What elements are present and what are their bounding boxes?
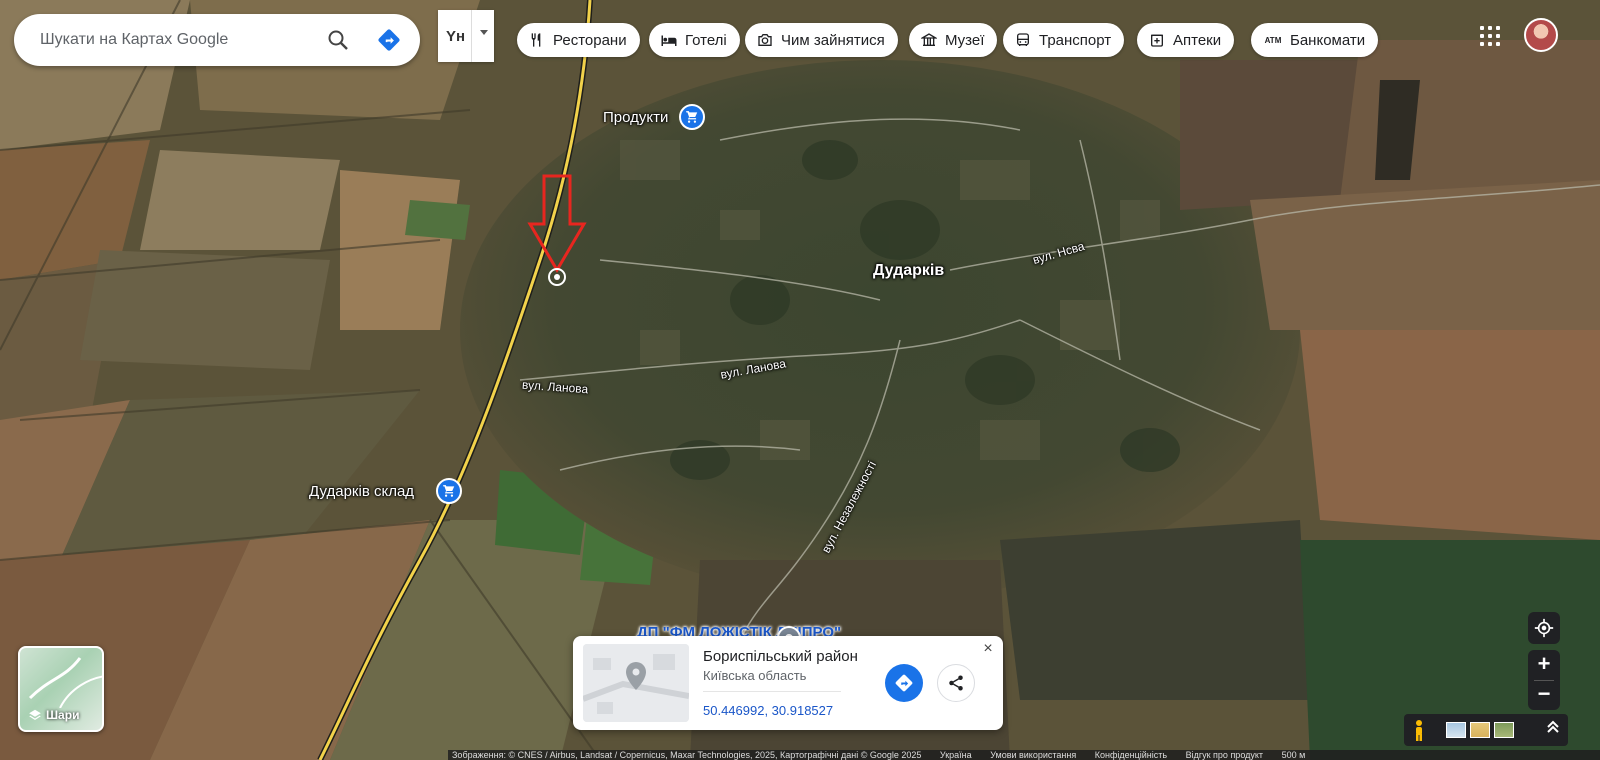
chevron-down-icon[interactable] — [480, 30, 488, 35]
terrain-view-thumbnail[interactable] — [1470, 722, 1490, 738]
zoom-in-button[interactable]: + — [1528, 650, 1560, 680]
layers-map-preview — [28, 657, 102, 708]
chip-label: Банкомати — [1290, 31, 1366, 49]
chip-label: Транспорт — [1039, 31, 1112, 49]
chip-things-to-do[interactable]: Чим зайнятися — [745, 23, 898, 57]
zoom-controls[interactable]: + − — [1528, 650, 1560, 710]
apps-grid-icon[interactable] — [1478, 24, 1502, 48]
poi-label-produkty[interactable]: Продукти — [603, 109, 668, 126]
avatar[interactable] — [1524, 18, 1558, 52]
chip-label: Ресторани — [553, 31, 627, 49]
my-location-button[interactable] — [1528, 612, 1560, 644]
atm-icon: ATM — [1264, 35, 1282, 45]
share-icon — [949, 675, 963, 691]
shopping-cart-icon[interactable] — [679, 104, 705, 130]
location-target-icon — [1534, 618, 1554, 638]
pegman-icon[interactable] — [1412, 719, 1426, 741]
directions-button[interactable] — [885, 664, 923, 702]
fork-knife-icon — [528, 31, 546, 49]
place-title: Бориспільський район — [703, 648, 858, 665]
chip-label: Музеї — [945, 31, 985, 49]
town-label[interactable]: Дударків — [873, 262, 944, 280]
footer-link[interactable]: Умови використання — [990, 750, 1076, 760]
directions-icon — [895, 674, 913, 692]
search-box[interactable] — [14, 14, 420, 66]
chip-pharmacies[interactable]: Аптеки — [1137, 23, 1235, 57]
footer-link[interactable]: Відгук про продукт — [1186, 750, 1263, 760]
chip-label: Аптеки — [1173, 31, 1222, 49]
poi-label-dudarkiv-sklad[interactable]: Дударків склад — [309, 483, 414, 500]
chip-transport[interactable]: Транспорт — [1003, 23, 1125, 57]
place-thumbnail[interactable] — [583, 644, 689, 722]
chip-museums[interactable]: Музеї — [909, 23, 998, 57]
scale-label[interactable]: 500 м — [1282, 750, 1306, 760]
place-info-card[interactable]: Бориспільський район Київська область 50… — [573, 636, 1003, 730]
chevron-up-icon[interactable] — [1546, 719, 1560, 740]
chip-label: Готелі — [685, 31, 727, 49]
input-method-selector[interactable]: Yн — [438, 10, 494, 62]
close-icon[interactable]: × — [979, 640, 997, 658]
place-coordinates[interactable]: 50.446992, 30.918527 — [703, 703, 833, 718]
directions-icon[interactable] — [376, 27, 402, 53]
satellite-view-thumbnail[interactable] — [1494, 722, 1514, 738]
chip-hotels[interactable]: Готелі — [649, 23, 740, 57]
chip-restaurants[interactable]: Ресторани — [517, 23, 640, 57]
camera-icon — [756, 31, 774, 49]
chip-label: Чим зайнятися — [781, 31, 885, 49]
search-icon[interactable] — [326, 28, 350, 52]
footer-link[interactable]: Україна — [940, 750, 972, 760]
museum-icon — [920, 31, 938, 49]
zoom-out-button[interactable]: − — [1528, 680, 1560, 710]
footer-link[interactable]: Конфіденційність — [1095, 750, 1167, 760]
share-button[interactable] — [937, 664, 975, 702]
bus-icon — [1014, 31, 1032, 49]
chip-atms[interactable]: ATM Банкомати — [1251, 23, 1379, 57]
layers-button[interactable]: Шари — [18, 646, 104, 732]
imagery-strip[interactable] — [1404, 714, 1568, 746]
input-method-label: Yн — [446, 27, 466, 45]
globe-view-thumbnail[interactable] — [1446, 722, 1466, 738]
imagery-attribution: Зображення: © CNES / Airbus, Landsat / C… — [452, 750, 922, 760]
shopping-cart-icon[interactable] — [436, 478, 462, 504]
layers-label: Шари — [46, 708, 80, 722]
search-input[interactable] — [40, 31, 310, 49]
attribution-footer: Зображення: © CNES / Airbus, Landsat / C… — [448, 750, 1600, 760]
bed-icon — [660, 31, 678, 49]
layers-icon — [29, 709, 41, 720]
place-subtitle: Київська область — [703, 668, 807, 683]
pharmacy-icon — [1148, 31, 1166, 49]
